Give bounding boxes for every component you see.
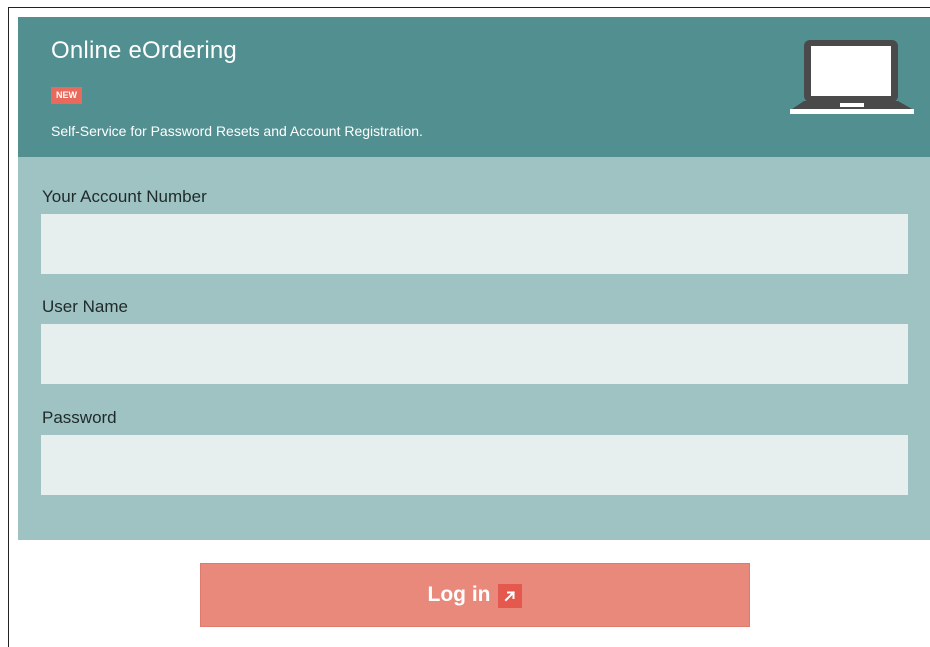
account-number-label: Your Account Number (42, 187, 207, 206)
password-input[interactable] (41, 435, 908, 495)
login-button[interactable]: Log in (200, 563, 750, 627)
password-label: Password (42, 408, 117, 427)
panel-header: Online eOrdering NEW Self-Service for Pa… (18, 17, 930, 157)
page-title: Online eOrdering (51, 37, 237, 64)
external-arrow-icon (498, 584, 523, 608)
account-number-input[interactable] (41, 214, 908, 274)
login-button-label: Log in (427, 583, 491, 606)
new-badge: NEW (51, 87, 82, 104)
login-panel: Online eOrdering NEW Self-Service for Pa… (18, 17, 930, 540)
user-name-input[interactable] (41, 324, 908, 384)
user-name-label: User Name (42, 297, 128, 316)
laptop-icon (790, 40, 914, 114)
header-subtitle: Self-Service for Password Resets and Acc… (51, 123, 423, 139)
